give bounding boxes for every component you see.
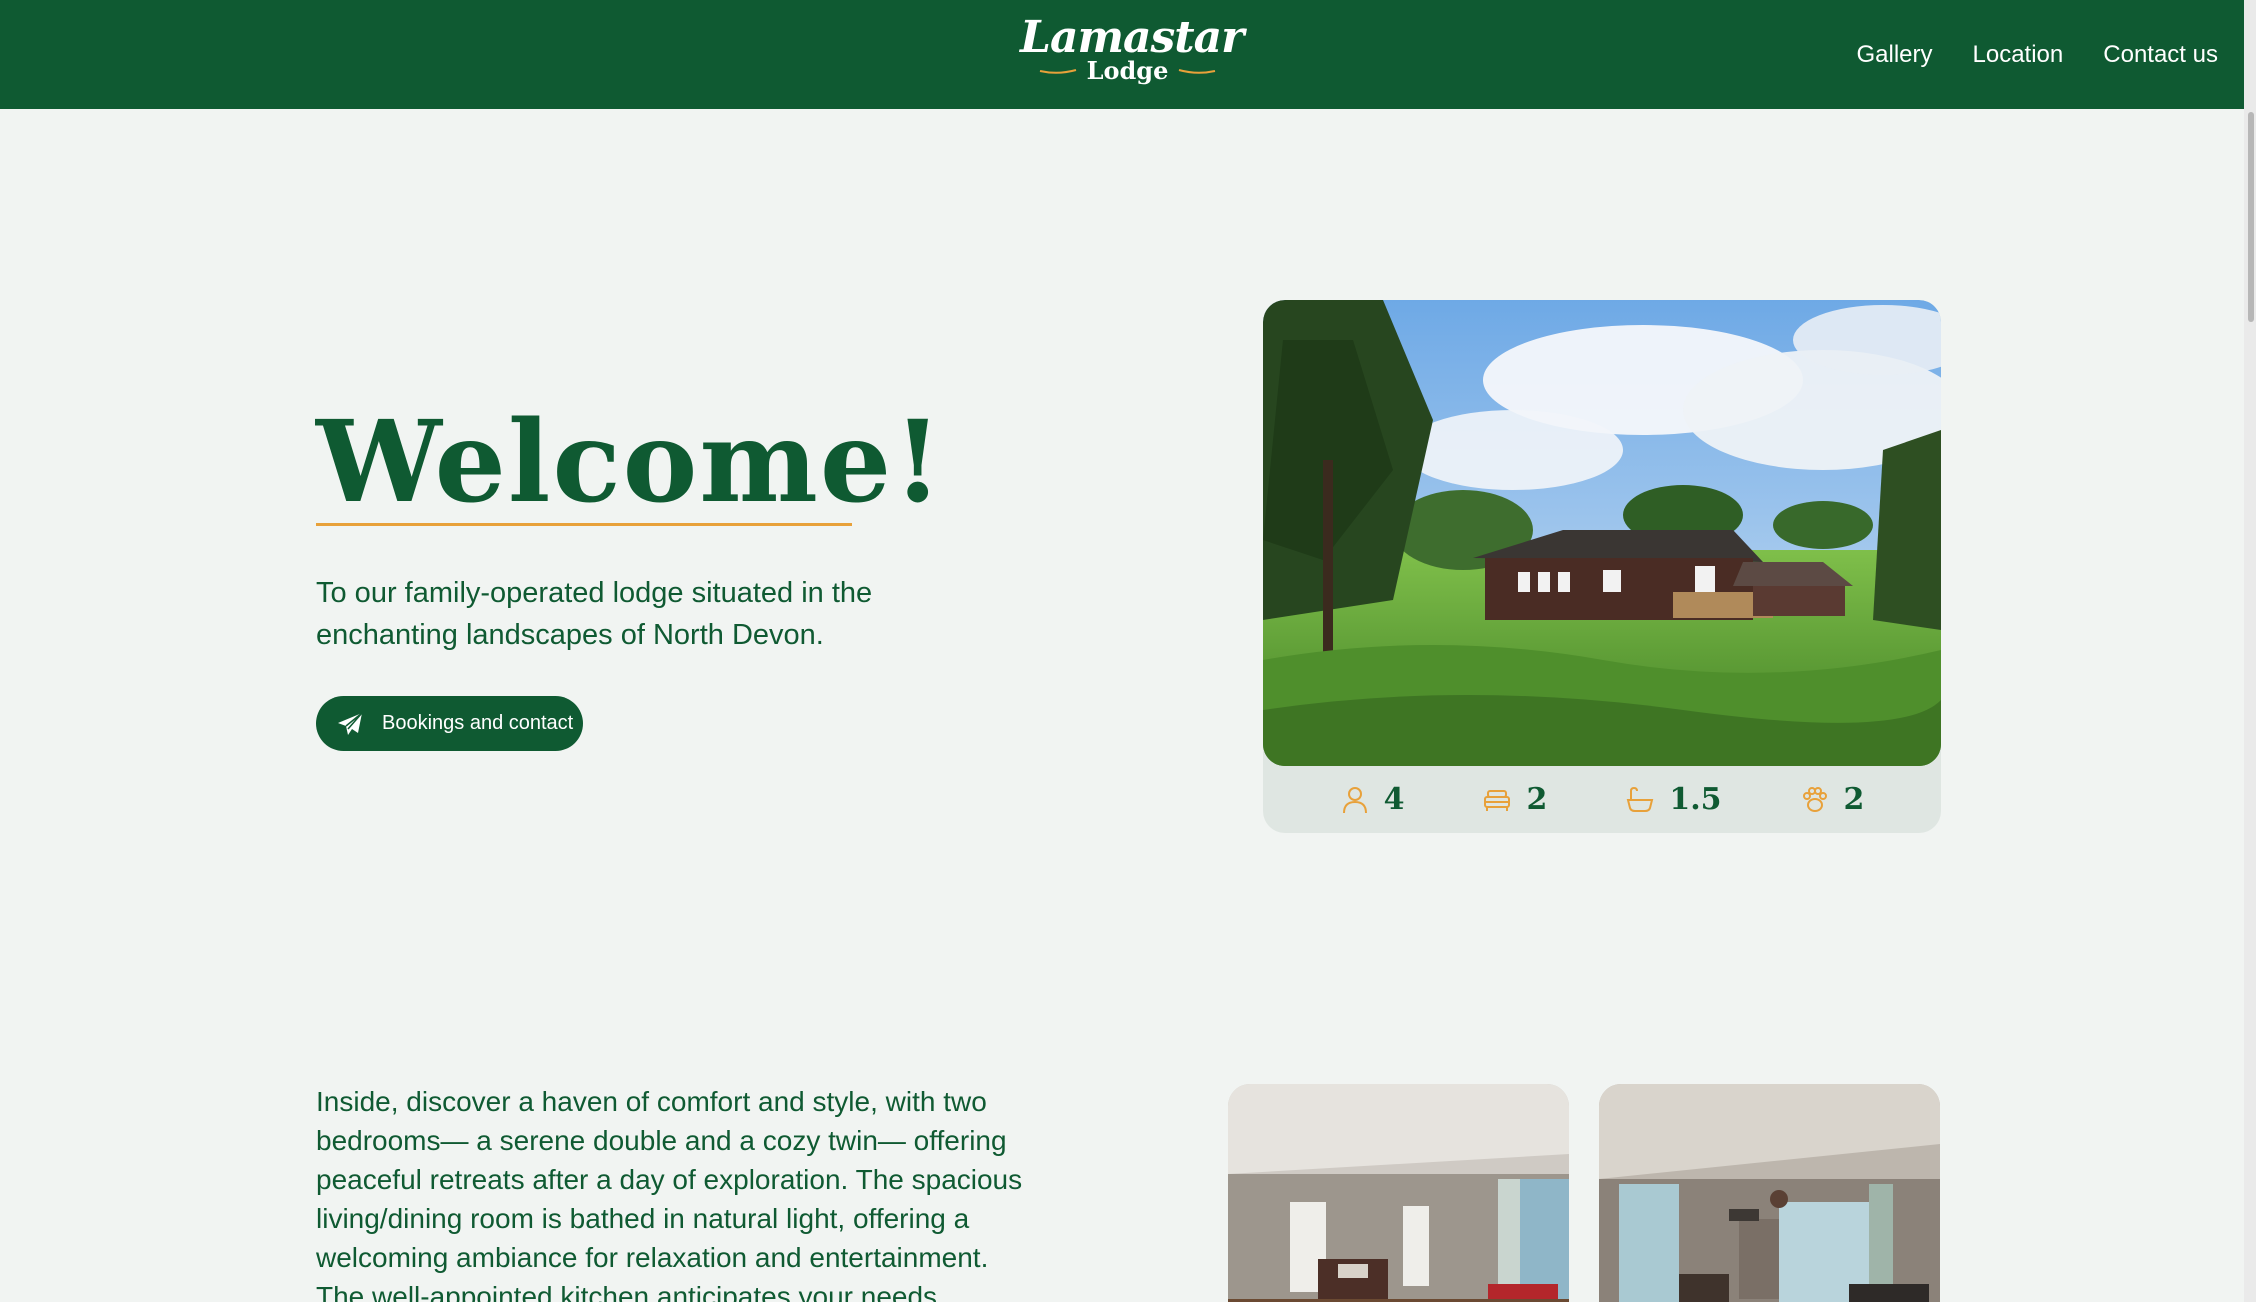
nav-link-location[interactable]: Location [1973, 41, 2064, 69]
about-description: Inside, discover a haven of comfort and … [316, 1086, 1023, 1302]
stat-guests: 4 [1340, 782, 1405, 817]
site-header: Lamastar Lodge Gallery Location Contact … [0, 0, 2256, 109]
bath-icon [1627, 786, 1654, 812]
stat-bedrooms-value: 2 [1526, 782, 1548, 817]
lodge-stats-row: 4 2 1.5 2 [1263, 766, 1941, 833]
stat-pets-value: 2 [1843, 782, 1865, 817]
nav-link-contact[interactable]: Contact us [2103, 41, 2218, 69]
paper-plane-icon [338, 711, 363, 735]
lodge-exterior-image [1263, 300, 1941, 766]
scrollbar-thumb[interactable] [2248, 112, 2254, 322]
hero-title-underline [316, 523, 852, 526]
stat-bathrooms: 1.5 [1625, 782, 1722, 817]
hero-title: Welcome! [316, 397, 945, 528]
stat-bathrooms-value: 1.5 [1669, 782, 1722, 817]
nav-link-gallery[interactable]: Gallery [1856, 41, 1932, 69]
bookings-contact-button[interactable]: Bookings and contact [316, 696, 583, 751]
bed-icon [1484, 789, 1511, 811]
main-nav: Gallery Location Contact us [1856, 0, 2218, 109]
living-room-image [1228, 1084, 1569, 1302]
logo-subtitle: Lodge [1086, 56, 1169, 85]
logo-title: Lamastar [1020, 12, 1244, 63]
hero-intro-text: To our family-operated lodge situated in… [316, 577, 873, 651]
gallery-thumb-dining-room[interactable] [1599, 1084, 1940, 1302]
lodge-summary-card: 4 2 1.5 2 [1263, 300, 1941, 833]
stat-guests-value: 4 [1383, 782, 1405, 817]
gallery-thumb-living-room[interactable] [1228, 1084, 1569, 1302]
logo-swash-right-icon [1179, 69, 1216, 74]
site-logo[interactable]: Lamastar Lodge [1020, 12, 1244, 88]
lodge-exterior-photo [1263, 300, 1941, 766]
logo-swash-left-icon [1039, 69, 1076, 74]
page-scrollbar[interactable] [2244, 0, 2256, 1302]
bookings-contact-label: Bookings and contact [382, 712, 574, 734]
paw-icon [1802, 786, 1827, 812]
dining-room-image [1599, 1084, 1940, 1302]
person-icon [1342, 786, 1367, 813]
stat-pets: 2 [1800, 782, 1865, 817]
stat-bedrooms: 2 [1482, 782, 1547, 817]
